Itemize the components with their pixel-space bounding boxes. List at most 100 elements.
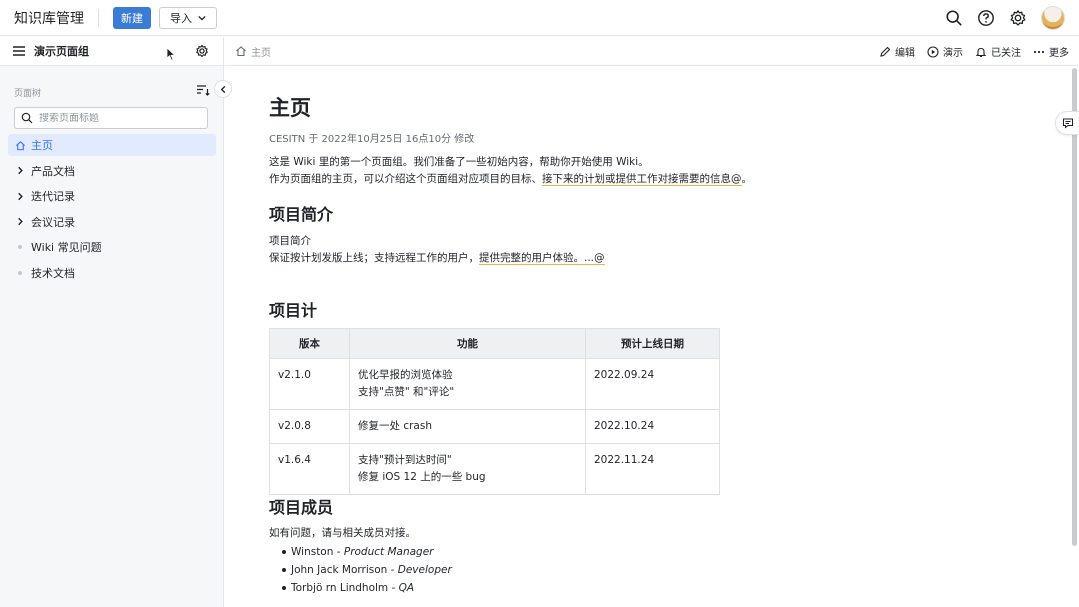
intro-line-1: 这是 Wiki 里的第一个页面组。我们准备了一些初始内容，帮助你开始使用 Wik… (269, 156, 649, 168)
mouse-cursor-icon (166, 47, 176, 61)
overview-paragraph: 项目简介 保证按计划发版上线；支持远程工作的用户，提供完整的用户体验。...@ (269, 233, 605, 267)
members-list: Winston - Product Manager John Jack Morr… (269, 543, 452, 597)
followed-label: 已关注 (991, 48, 1021, 59)
section-heading-overview: 项目简介 (269, 205, 334, 224)
tree-item-label: 产品文档 (31, 164, 75, 178)
list-item: John Jack Morrison - Developer (269, 561, 452, 579)
tree-item-wiki-faq[interactable]: Wiki 常见问题 (8, 236, 216, 258)
feature-line: 优化早报的浏览体验 (358, 369, 453, 381)
menu-icon[interactable] (12, 44, 26, 58)
search-input[interactable] (39, 112, 199, 124)
search-box[interactable] (14, 107, 208, 129)
import-label: 导入 (170, 11, 192, 25)
tree-item-tech-docs[interactable]: 技术文档 (8, 262, 216, 284)
tree-item-meeting-notes[interactable]: 会议记录 (8, 211, 216, 233)
table-cell-feature: 优化早报的浏览体验 支持"点赞" 和"评论" (349, 358, 586, 410)
table-header-row: 版本 功能 预计上线日期 (269, 328, 720, 359)
table-header-date: 预计上线日期 (585, 328, 720, 359)
follow-button[interactable]: 已关注 (975, 44, 1021, 59)
member-role: QA (398, 582, 415, 594)
present-button[interactable]: 演示 (927, 44, 963, 59)
more-icon (1033, 50, 1045, 53)
table-header-version: 版本 (269, 328, 350, 359)
breadcrumb-home: 主页 (251, 47, 271, 59)
tree-item-label: 迭代记录 (31, 190, 75, 203)
page-title: 主页 (269, 96, 311, 120)
table-cell-version: v2.0.8 (269, 409, 350, 444)
avatar[interactable] (1041, 6, 1065, 30)
sidebar-header: 演示页面组 (0, 37, 224, 66)
members-intro: 如有问题，请与相关成员对接。 (269, 527, 416, 539)
tree-item-home[interactable]: 主页 (8, 134, 216, 156)
table-cell-version: v1.6.4 (269, 443, 350, 495)
group-settings-icon[interactable] (195, 44, 209, 58)
table-row: v2.0.8 修复一处 crash 2022.10.24 (269, 409, 720, 444)
plan-table: 版本 功能 预计上线日期 v2.1.0 优化早报的浏览体验 支持"点赞" 和"评论… (269, 328, 720, 495)
more-button[interactable]: 更多 (1033, 44, 1069, 59)
edit-button[interactable]: 编辑 (879, 44, 915, 59)
section-heading-members: 项目成员 (269, 498, 334, 517)
bullet-icon (14, 241, 26, 253)
tree-item-label: 主页 (31, 139, 53, 152)
intro-line-2-end: 。 (741, 173, 753, 185)
intro-line-2-text: 作为页面组的主页，可以介绍这个页面组对应项目的目标、 (269, 173, 542, 185)
sidebar: 页面树 主页 产品文档 迭代记录 会议记录 Wiki 常见问题 技术文档 (0, 66, 224, 607)
present-label: 演示 (943, 48, 963, 59)
tree-item-label: Wiki 常见问题 (31, 241, 102, 254)
table-cell-date: 2022.10.24 (585, 409, 720, 444)
comment-button[interactable] (1055, 111, 1079, 135)
chevron-right-icon[interactable] (14, 165, 26, 177)
pencil-icon (880, 46, 891, 57)
member-name: John Jack Morrison - (291, 564, 398, 576)
chevron-left-icon (220, 85, 225, 93)
home-icon (14, 139, 26, 151)
member-name: Winston - (291, 546, 344, 558)
overview-line-2: 保证按计划发版上线；支持远程工作的用户，提供完整的用户体验。...@ (269, 250, 605, 267)
import-button[interactable]: 导入 (159, 6, 217, 29)
search-icon (21, 112, 33, 124)
feature-line: 支持"点赞" 和"评论" (358, 386, 455, 398)
help-icon[interactable] (977, 9, 995, 27)
section-heading-plan: 项目计 (269, 301, 318, 320)
breadcrumb[interactable]: 主页 (235, 44, 271, 59)
sort-icon[interactable] (196, 83, 210, 97)
tree-item-label: 技术文档 (31, 266, 75, 280)
tree-item-iteration-log[interactable]: 迭代记录 (8, 185, 216, 207)
tree-item-product-docs[interactable]: 产品文档 (8, 160, 216, 182)
new-button[interactable]: 新建 (113, 6, 151, 29)
divider (98, 8, 99, 27)
top-bar: 知识库管理 新建 导入 (0, 0, 1079, 36)
table-header-feature: 功能 (349, 328, 586, 359)
intro-mention-link[interactable]: 接下来的计划或提供工作对接需要的信息@ (542, 173, 742, 186)
table-cell-date: 2022.09.24 (585, 358, 720, 410)
collapse-sidebar-button[interactable] (214, 80, 232, 98)
chevron-right-icon[interactable] (14, 190, 26, 202)
table-cell-feature: 修复一处 crash (349, 409, 586, 444)
member-role: Product Manager (343, 546, 434, 558)
table-cell-feature: 支持"预计到达时间" 修复 iOS 12 上的一些 bug (349, 443, 586, 495)
bell-icon (975, 47, 987, 57)
overview-mention-link[interactable]: 提供完整的用户体验。...@ (479, 252, 605, 265)
intro-paragraph: 这是 Wiki 里的第一个页面组。我们准备了一些初始内容，帮助你开始使用 Wik… (269, 154, 752, 188)
member-name: Torbjö rn Lindholm - (291, 582, 399, 594)
app-title: 知识库管理 (14, 10, 84, 27)
search-icon[interactable] (945, 9, 963, 27)
members-section: 如有问题，请与相关成员对接。 Winston - Product Manager… (269, 524, 452, 597)
table-row: v1.6.4 支持"预计到达时间" 修复 iOS 12 上的一些 bug 2022… (269, 443, 720, 495)
tree-item-label: 会议记录 (31, 215, 75, 229)
bullet-icon (14, 267, 26, 279)
feature-line: 支持"预计到达时间" (358, 454, 452, 466)
more-label: 更多 (1049, 48, 1069, 59)
scrollbar[interactable] (1072, 68, 1077, 546)
settings-icon[interactable] (1009, 9, 1027, 27)
comment-icon (1062, 118, 1073, 129)
edit-label: 编辑 (895, 48, 915, 59)
table-cell-date: 2022.11.24 (585, 443, 720, 495)
table-cell-version: v2.1.0 (269, 358, 350, 410)
list-item: Winston - Product Manager (269, 543, 452, 561)
list-item: Torbjö rn Lindholm - QA (269, 579, 452, 597)
feature-line: 修复一处 crash (358, 420, 432, 432)
chevron-right-icon[interactable] (14, 216, 26, 228)
feature-line: 修复 iOS 12 上的一些 bug (358, 471, 486, 483)
play-icon (927, 45, 939, 58)
